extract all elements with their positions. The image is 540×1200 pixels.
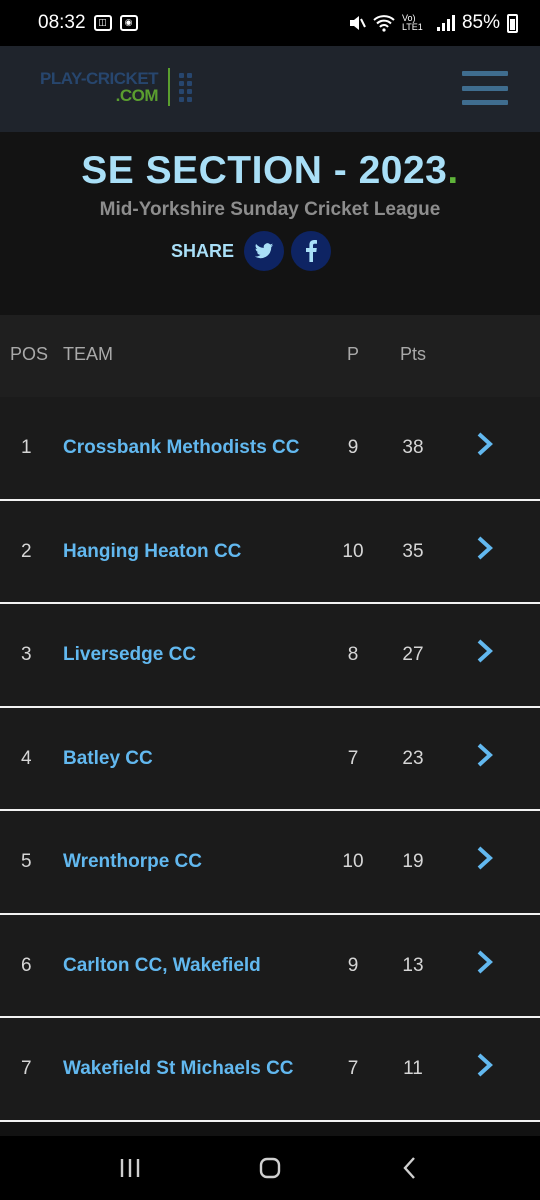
site-header: PLAY-CRICKET .COM — [0, 46, 540, 132]
logo-divider — [168, 68, 171, 106]
table-row[interactable]: 3 Liversedge CC 8 27 — [0, 604, 540, 708]
chevron-right-icon[interactable] — [474, 845, 496, 871]
battery-percent: 85% — [461, 12, 500, 33]
row-played: 10 — [342, 851, 364, 872]
table-row[interactable]: 7 Wakefield St Michaels CC 7 11 — [0, 1018, 540, 1122]
home-icon — [259, 1157, 281, 1179]
row-points: 11 — [403, 1058, 423, 1079]
recents-icon — [120, 1159, 140, 1177]
row-team-link[interactable]: Wrenthorpe CC — [63, 851, 202, 873]
status-right: Vo) LTE1 85% — [348, 12, 518, 34]
page-title-text: SE SECTION - 2023 — [81, 149, 448, 192]
chevron-right-icon[interactable] — [474, 431, 496, 457]
row-team-link[interactable]: Batley CC — [63, 748, 153, 770]
row-points: 19 — [402, 851, 424, 872]
logo-bottom: .COM — [115, 86, 159, 105]
row-played: 9 — [347, 954, 359, 976]
row-team-link[interactable]: Crossbank Methodists CC — [63, 437, 299, 459]
network-label: Vo) LTE1 — [401, 13, 423, 32]
table-row[interactable]: 1 Crossbank Methodists CC 9 38 — [0, 397, 540, 501]
table-header: POS TEAM P Pts — [0, 315, 540, 397]
row-points: 35 — [402, 540, 424, 562]
facebook-icon — [306, 240, 317, 262]
share-row: SHARE — [0, 231, 540, 271]
row-pos: 3 — [21, 644, 32, 665]
back-icon — [403, 1157, 415, 1179]
row-played: 7 — [347, 1058, 359, 1079]
row-team-link[interactable]: Liversedge CC — [63, 644, 196, 666]
table-row[interactable]: 6 Carlton CC, Wakefield 9 13 — [0, 914, 540, 1018]
alarm-icon: ◉ — [119, 15, 138, 31]
row-pos: 6 — [21, 954, 32, 976]
row-team-link[interactable]: Carlton CC, Wakefield — [63, 955, 261, 977]
row-points: 27 — [402, 644, 424, 665]
row-team-link[interactable]: Wakefield St Michaels CC — [63, 1058, 294, 1080]
logo-mark-icon — [179, 72, 193, 102]
facebook-share-button[interactable] — [291, 231, 331, 271]
mute-icon — [349, 16, 366, 30]
twitter-icon — [254, 242, 274, 258]
hero: SE SECTION - 2023. Mid-Yorkshire Sunday … — [0, 132, 540, 315]
row-played: 8 — [347, 644, 359, 665]
play-cricket-logo[interactable]: PLAY-CRICKET .COM — [40, 68, 193, 106]
row-played: 7 — [347, 747, 359, 769]
status-time: 08:32 — [38, 12, 86, 33]
status-bar: 08:32 ◫ ◉ Vo) LTE1 85% — [0, 0, 540, 46]
row-pos: 1 — [21, 437, 32, 458]
row-points: 23 — [402, 747, 424, 769]
table-row[interactable]: 4 Batley CC 7 23 — [0, 707, 540, 811]
header-played: P — [346, 344, 359, 364]
row-team-link[interactable]: Hanging Heaton CC — [63, 541, 241, 563]
row-pos: 7 — [21, 1058, 32, 1079]
row-pos: 2 — [21, 540, 32, 562]
logo-text: PLAY-CRICKET .COM — [40, 70, 159, 105]
wifi-icon — [373, 15, 395, 32]
header-team: TEAM — [63, 344, 114, 364]
share-label: SHARE — [170, 240, 234, 261]
row-points: 13 — [402, 954, 424, 976]
header-points: Pts — [399, 344, 426, 364]
back-button[interactable] — [390, 1148, 430, 1188]
recents-button[interactable] — [110, 1148, 150, 1188]
league-name: Mid-Yorkshire Sunday Cricket League — [99, 199, 441, 220]
row-played: 9 — [347, 437, 359, 458]
table-row[interactable]: 2 Hanging Heaton CC 10 35 — [0, 500, 540, 604]
page-title: SE SECTION - 2023. — [0, 149, 540, 193]
header-pos: POS — [10, 344, 49, 364]
twitter-share-button[interactable] — [244, 231, 284, 271]
table-row[interactable]: 5 Wrenthorpe CC 10 19 — [0, 811, 540, 915]
title-dot: . — [447, 149, 459, 192]
chevron-right-icon[interactable] — [474, 638, 496, 664]
notification-icon: ◫ — [93, 15, 112, 31]
standings-table: 1 Crossbank Methodists CC 9 38 2 Hanging… — [0, 397, 540, 1122]
chevron-right-icon[interactable] — [474, 535, 496, 561]
android-nav-bar — [0, 1136, 540, 1200]
hamburger-menu-icon[interactable] — [462, 71, 508, 105]
chevron-right-icon[interactable] — [474, 949, 496, 975]
battery-icon — [507, 13, 518, 33]
signal-icon — [436, 15, 455, 31]
row-points: 38 — [402, 437, 424, 458]
chevron-right-icon[interactable] — [474, 742, 496, 768]
status-left: 08:32 ◫ ◉ — [38, 12, 138, 34]
home-button[interactable] — [250, 1148, 290, 1188]
row-pos: 4 — [21, 747, 32, 769]
row-pos: 5 — [21, 851, 32, 872]
row-played: 10 — [342, 540, 364, 562]
chevron-right-icon[interactable] — [474, 1052, 496, 1078]
